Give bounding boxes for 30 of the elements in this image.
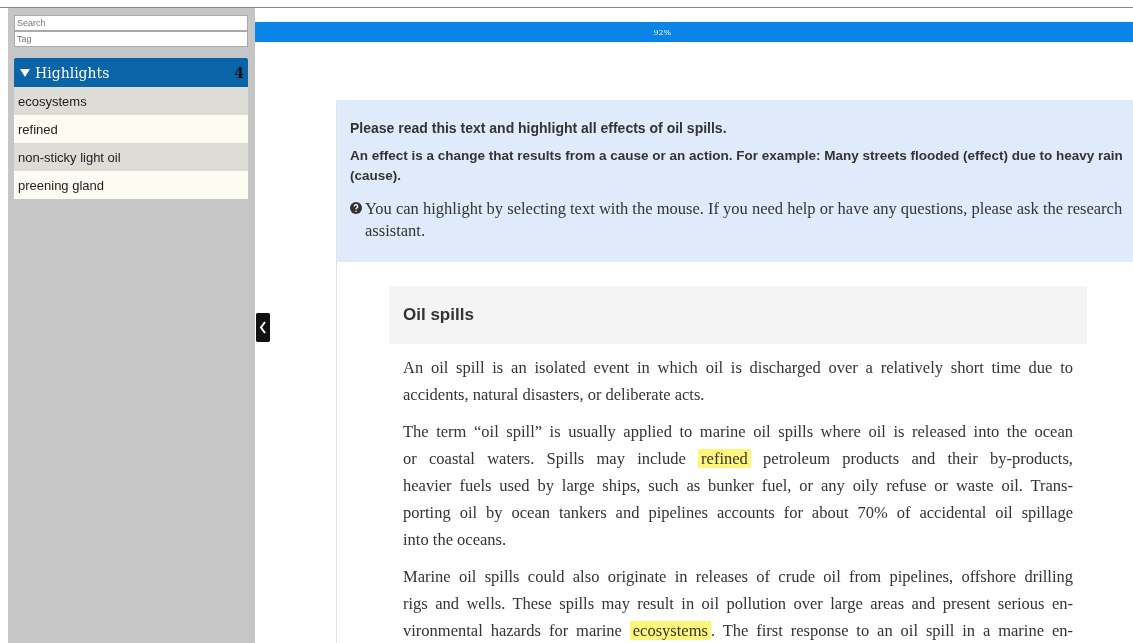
search-field[interactable]: Search [14,15,248,31]
instructions-title: Please read this text and highlight all effects of oil spills. [350,120,728,136]
article-title: Oil spills [389,286,1087,344]
highlighted-word[interactable]: ecosystems [629,621,711,640]
tag-field[interactable]: Tag [14,31,248,47]
article-text: An oil spill is an isolated event in which oil is discharged over a relatively short time due to [403,358,1073,377]
highlight-item[interactable]: preening gland [14,171,248,199]
article-text: petroleum products and their by-products, [763,449,1073,468]
highlight-item[interactable]: refined [14,115,248,143]
article-text: vironmental hazards for marine [403,621,622,640]
caret-icon [20,68,30,77]
highlighted-word[interactable]: refined [698,449,751,468]
effect-definition: An effect is a change that results from a cause or an action. For example: Many streets flooded (effect) due to heavy rain (cause). [350,147,1124,185]
progress-reading: 92% [653,27,672,37]
highlights-header[interactable]: Highlights 4 [14,58,248,87]
article-text: rigs and wells. These spills may result in oil pollution over large areas and present serious en- [403,594,1073,613]
help-icon [350,202,362,214]
article-text: porting oil by ocean tankers and pipelines accounts for about 70% of accidental oil spillage [403,503,1073,522]
help-text: You can highlight by selecting text with the mouse. If you need help or have any questions, please ask the research assistant. [365,198,1124,242]
article-text: or coastal waters. Spills may include [403,449,686,468]
article-text: accidents, natural disasters, or deliberate acts. [403,385,705,404]
article-text: . The first response to an oil spill in a marine en- [710,621,1073,640]
highlight-count: 4 [234,64,244,81]
collapse-button[interactable] [256,313,270,342]
highlight-item[interactable]: non-sticky light oil [14,143,248,171]
article-text: heavier fuels used by large ships, such as bunker fuel, or any oily refuse or waste oil. Trans- [403,476,1073,495]
article-text: into the oceans. [403,530,507,549]
article-text: Marine oil spills could also originate in releases of crude oil from pipelines, offshore drilling [403,567,1073,586]
article-text: The term “oil spill” is usually applied to marine oil spills where oil is released into the ocean [403,422,1073,441]
highlight-item[interactable]: ecosystems [14,87,248,115]
